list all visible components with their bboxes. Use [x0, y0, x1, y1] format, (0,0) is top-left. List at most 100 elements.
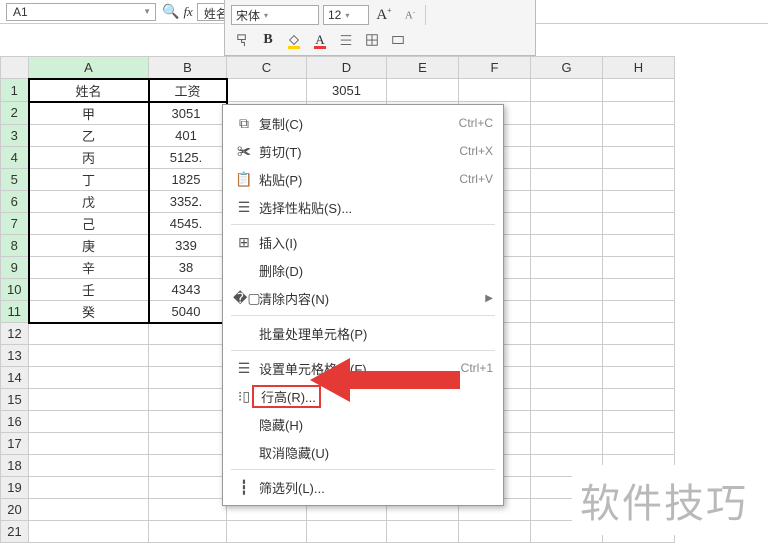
increase-font-button[interactable]: A+	[373, 4, 395, 26]
row-header[interactable]: 17	[1, 433, 29, 455]
align-button[interactable]	[335, 29, 357, 51]
cell[interactable]: 3051	[149, 102, 227, 125]
search-icon[interactable]: 🔍	[162, 3, 179, 20]
row-header[interactable]: 15	[1, 389, 29, 411]
cell[interactable]	[531, 190, 603, 212]
cell[interactable]: 姓名	[29, 79, 149, 102]
row-header[interactable]: 10	[1, 278, 29, 300]
column-header[interactable]: A	[29, 57, 149, 79]
cell[interactable]: 4343	[149, 278, 227, 300]
cell[interactable]	[149, 345, 227, 367]
cell[interactable]	[531, 79, 603, 102]
menu-item[interactable]: 📋粘贴(P)Ctrl+V	[223, 165, 503, 193]
cell[interactable]	[531, 124, 603, 146]
cell[interactable]	[459, 79, 531, 102]
cell[interactable]	[227, 79, 307, 102]
cell[interactable]	[603, 411, 675, 433]
cell[interactable]	[149, 499, 227, 521]
cell[interactable]: 庚	[29, 234, 149, 256]
cell[interactable]	[29, 433, 149, 455]
cell[interactable]	[603, 102, 675, 125]
cell[interactable]	[531, 256, 603, 278]
row-header[interactable]: 3	[1, 124, 29, 146]
row-header[interactable]: 6	[1, 190, 29, 212]
cell[interactable]: 己	[29, 212, 149, 234]
cell[interactable]	[149, 411, 227, 433]
cell[interactable]: 工资	[149, 79, 227, 102]
menu-item[interactable]: ⊞插入(I)	[223, 228, 503, 256]
cell[interactable]	[603, 300, 675, 323]
cell[interactable]	[531, 278, 603, 300]
cell[interactable]	[307, 521, 387, 543]
menu-item[interactable]: ⁝▯行高(R)...	[223, 382, 503, 410]
cell[interactable]	[227, 521, 307, 543]
cell[interactable]: 癸	[29, 300, 149, 323]
cell[interactable]	[603, 234, 675, 256]
menu-item[interactable]: �▢清除内容(N)▶	[223, 284, 503, 312]
format-painter-button[interactable]	[231, 29, 253, 51]
cell[interactable]: 3051	[307, 79, 387, 102]
row-header[interactable]: 21	[1, 521, 29, 543]
cell[interactable]: 壬	[29, 278, 149, 300]
row-header[interactable]: 20	[1, 499, 29, 521]
cell[interactable]	[29, 411, 149, 433]
cell[interactable]	[603, 79, 675, 102]
cell[interactable]: 丁	[29, 168, 149, 190]
row-header[interactable]: 4	[1, 146, 29, 168]
bold-button[interactable]: B	[257, 29, 279, 51]
row-header[interactable]: 1	[1, 79, 29, 102]
cell[interactable]	[149, 367, 227, 389]
row-header[interactable]: 8	[1, 234, 29, 256]
menu-item[interactable]: 隐藏(H)	[223, 410, 503, 438]
column-header[interactable]: B	[149, 57, 227, 79]
column-header[interactable]: C	[227, 57, 307, 79]
cell[interactable]	[603, 323, 675, 345]
cell[interactable]	[531, 212, 603, 234]
cell[interactable]	[387, 79, 459, 102]
fill-color-button[interactable]	[283, 29, 305, 51]
row-header[interactable]: 2	[1, 102, 29, 125]
cell[interactable]: 5040	[149, 300, 227, 323]
row-header[interactable]: 5	[1, 168, 29, 190]
cell[interactable]	[531, 345, 603, 367]
row-header[interactable]: 11	[1, 300, 29, 323]
cell[interactable]	[149, 521, 227, 543]
column-header[interactable]: G	[531, 57, 603, 79]
cell[interactable]	[531, 433, 603, 455]
cell[interactable]	[29, 345, 149, 367]
row-header[interactable]: 13	[1, 345, 29, 367]
cell[interactable]: 339	[149, 234, 227, 256]
cell[interactable]	[531, 146, 603, 168]
cell[interactable]	[531, 323, 603, 345]
cell[interactable]	[603, 345, 675, 367]
column-header[interactable]: E	[387, 57, 459, 79]
row-header[interactable]: 14	[1, 367, 29, 389]
cell[interactable]: 3352.	[149, 190, 227, 212]
cell-style-button[interactable]	[387, 29, 409, 51]
cell[interactable]	[29, 477, 149, 499]
cell[interactable]: 1825	[149, 168, 227, 190]
row-header[interactable]: 18	[1, 455, 29, 477]
cell[interactable]	[603, 212, 675, 234]
cell[interactable]	[531, 411, 603, 433]
cell[interactable]	[603, 389, 675, 411]
cell[interactable]	[29, 323, 149, 345]
cell[interactable]	[603, 367, 675, 389]
fx-icon[interactable]: fx	[183, 4, 192, 20]
cell[interactable]	[531, 367, 603, 389]
row-header[interactable]: 16	[1, 411, 29, 433]
cell[interactable]: 丙	[29, 146, 149, 168]
row-header[interactable]: 19	[1, 477, 29, 499]
cell[interactable]	[603, 190, 675, 212]
menu-item[interactable]: ☰选择性粘贴(S)...	[223, 193, 503, 221]
cell[interactable]	[149, 323, 227, 345]
cell[interactable]	[531, 389, 603, 411]
column-header[interactable]: H	[603, 57, 675, 79]
cell[interactable]	[29, 455, 149, 477]
cell[interactable]	[149, 477, 227, 499]
cell[interactable]	[531, 300, 603, 323]
cell[interactable]	[149, 455, 227, 477]
row-header[interactable]: 12	[1, 323, 29, 345]
cell[interactable]: 戊	[29, 190, 149, 212]
menu-item[interactable]: ✀剪切(T)Ctrl+X	[223, 137, 503, 165]
